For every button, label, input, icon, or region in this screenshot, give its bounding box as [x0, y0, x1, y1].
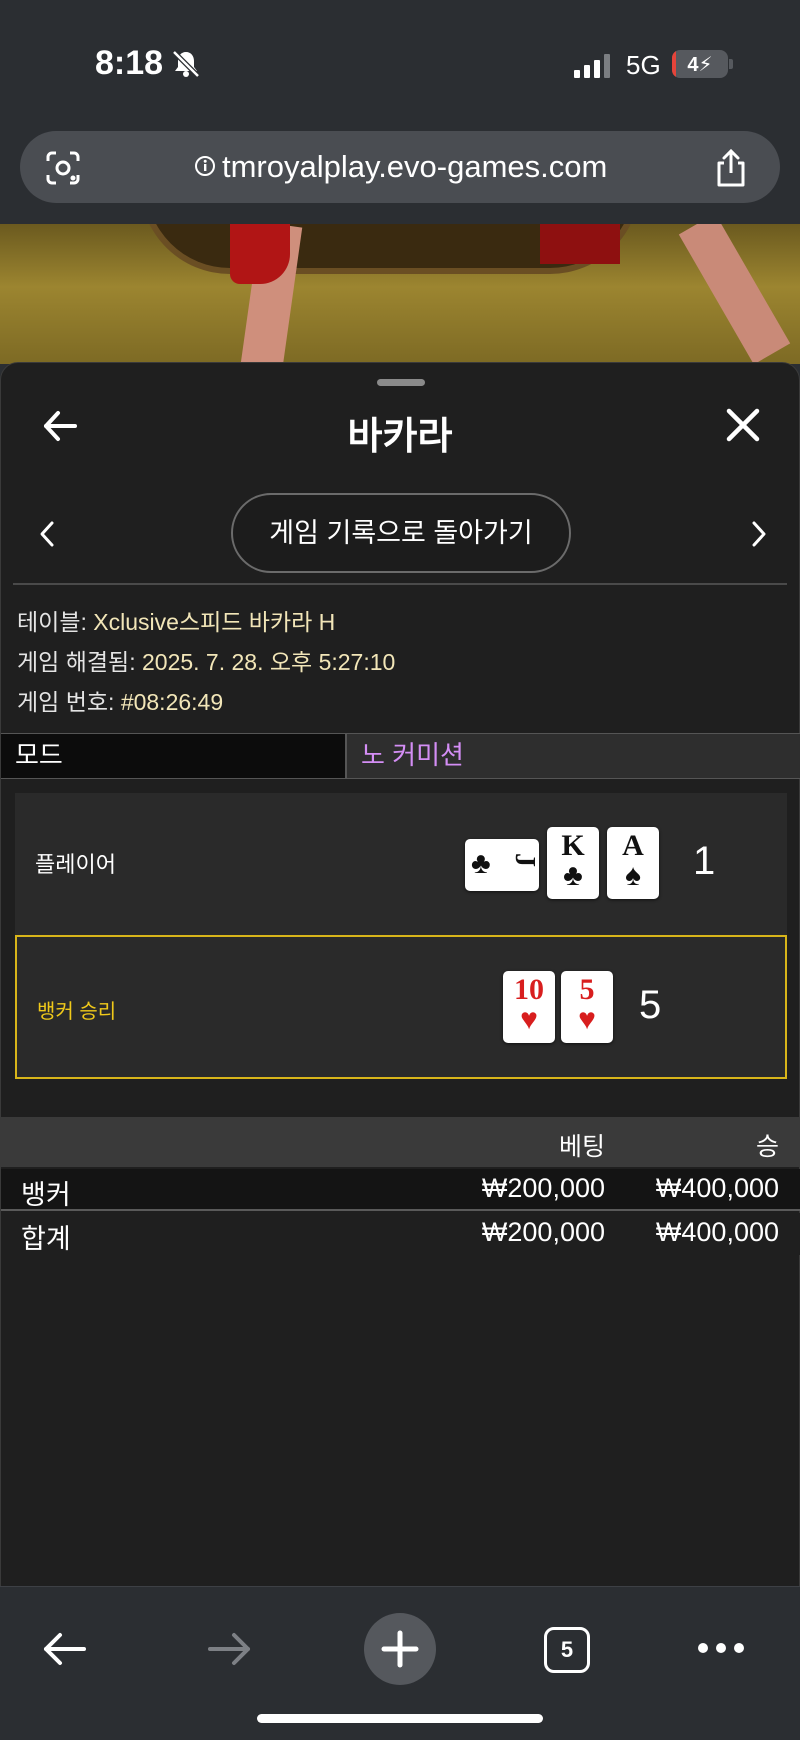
- bet-column-header: 베팅: [558, 1133, 605, 1161]
- new-tab-button[interactable]: [364, 1613, 436, 1685]
- table-info: 테이블: Xclusive스피드 바카라 H: [17, 603, 335, 637]
- home-indicator[interactable]: [257, 1714, 543, 1723]
- round-result: 플레이어 ♣ J K ♣ A ♠ 1 뱅커 승리 10 ♥ 5 ♥ 5: [15, 793, 787, 1079]
- url-text[interactable]: tmroyalplay.evo-games.com: [222, 149, 607, 185]
- cellular-signal-icon: [574, 54, 610, 78]
- card-rank: 5: [579, 973, 595, 1006]
- bet-name: 뱅커: [21, 1180, 71, 1210]
- table-label: 테이블:: [17, 609, 94, 635]
- table-row-total: 합계 ₩200,000 ₩400,000: [1, 1213, 800, 1255]
- bet-amount: ₩200,000: [481, 1173, 605, 1203]
- card-rank: K: [561, 829, 585, 862]
- close-icon[interactable]: [725, 407, 761, 443]
- bell-slash-icon: [172, 50, 200, 78]
- mode-label: 모드: [1, 734, 347, 778]
- clock: 8:18: [95, 44, 164, 82]
- tab-switcher-button[interactable]: 5: [544, 1627, 590, 1673]
- network-type: 5G: [626, 50, 661, 80]
- card-suit: ♥: [520, 1003, 538, 1036]
- playing-card: A ♠: [607, 827, 659, 899]
- player-label: 플레이어: [35, 852, 116, 877]
- dealer-sleeve: [230, 224, 290, 284]
- battery-indicator: 4⚡: [672, 50, 728, 78]
- game-number-value: #08:26:49: [120, 689, 224, 715]
- sheet-title: 바카라: [347, 416, 453, 458]
- game-detail-sheet: 바카라 게임 기록으로 돌아가기 테이블: Xclusive스피드 바카라 H …: [0, 362, 800, 1588]
- resolved-value: 2025. 7. 28. 오후 5:27:10: [141, 649, 396, 675]
- table-row: 뱅커 ₩200,000 ₩400,000: [1, 1169, 800, 1211]
- back-to-history-button[interactable]: 게임 기록으로 돌아가기: [231, 493, 571, 573]
- drag-handle[interactable]: [377, 379, 425, 386]
- player-score: 1: [693, 839, 716, 883]
- total-label: 합계: [21, 1224, 71, 1254]
- player-hand: 플레이어 ♣ J K ♣ A ♠ 1: [15, 793, 787, 933]
- more-options-icon[interactable]: [696, 1641, 746, 1655]
- table-value: Xclusive스피드 바카라 H: [93, 609, 336, 635]
- resolved-info: 게임 해결됨: 2025. 7. 28. 오후 5:27:10: [17, 643, 395, 677]
- plus-icon: [381, 1630, 419, 1668]
- banker-hand: 뱅커 승리 10 ♥ 5 ♥ 5: [15, 935, 787, 1079]
- win-column-header: 승: [755, 1133, 779, 1161]
- dealer-arm: [678, 224, 791, 364]
- battery-level: 4⚡: [687, 54, 713, 76]
- chevron-left-icon[interactable]: [37, 519, 57, 549]
- card-rank: J: [509, 853, 540, 867]
- mode-value: 노 커미션: [361, 740, 464, 770]
- playing-card: ♣ J: [465, 839, 540, 891]
- divider: [13, 583, 787, 585]
- share-icon[interactable]: [712, 147, 750, 189]
- site-info-icon[interactable]: [194, 155, 216, 177]
- card-rank: A: [622, 829, 644, 862]
- card-suit: ♣: [471, 847, 491, 880]
- card-suit: ♠: [625, 859, 641, 892]
- card-rank: 10: [514, 973, 544, 1006]
- playing-card: 5 ♥: [561, 971, 613, 1043]
- banker-score: 5: [639, 983, 662, 1027]
- win-amount: ₩400,000: [655, 1173, 779, 1203]
- game-number-label: 게임 번호:: [17, 689, 121, 715]
- status-bar: 8:18 5G 4⚡: [0, 0, 800, 120]
- bet-table-header: 베팅 승: [1, 1117, 800, 1167]
- google-lens-icon[interactable]: [44, 149, 82, 187]
- total-win-amount: ₩400,000: [655, 1217, 779, 1247]
- address-bar[interactable]: tmroyalplay.evo-games.com: [20, 131, 780, 203]
- battery-tip: [729, 59, 733, 69]
- game-number-info: 게임 번호: #08:26:49: [17, 683, 223, 717]
- banker-win-label: 뱅커 승리: [37, 1001, 117, 1023]
- browser-forward-icon[interactable]: [206, 1625, 254, 1673]
- browser-back-icon[interactable]: [40, 1625, 88, 1673]
- live-video-background: [0, 224, 800, 364]
- mode-bar: 모드 노 커미션: [1, 733, 800, 779]
- card-suit: ♥: [578, 1003, 596, 1036]
- card-suit: ♣: [563, 859, 583, 892]
- resolved-label: 게임 해결됨:: [17, 649, 142, 675]
- total-bet-amount: ₩200,000: [481, 1217, 605, 1247]
- playing-card: 10 ♥: [503, 971, 555, 1043]
- dealer-sleeve: [540, 224, 620, 264]
- chevron-right-icon[interactable]: [749, 519, 769, 549]
- playing-card: K ♣: [547, 827, 599, 899]
